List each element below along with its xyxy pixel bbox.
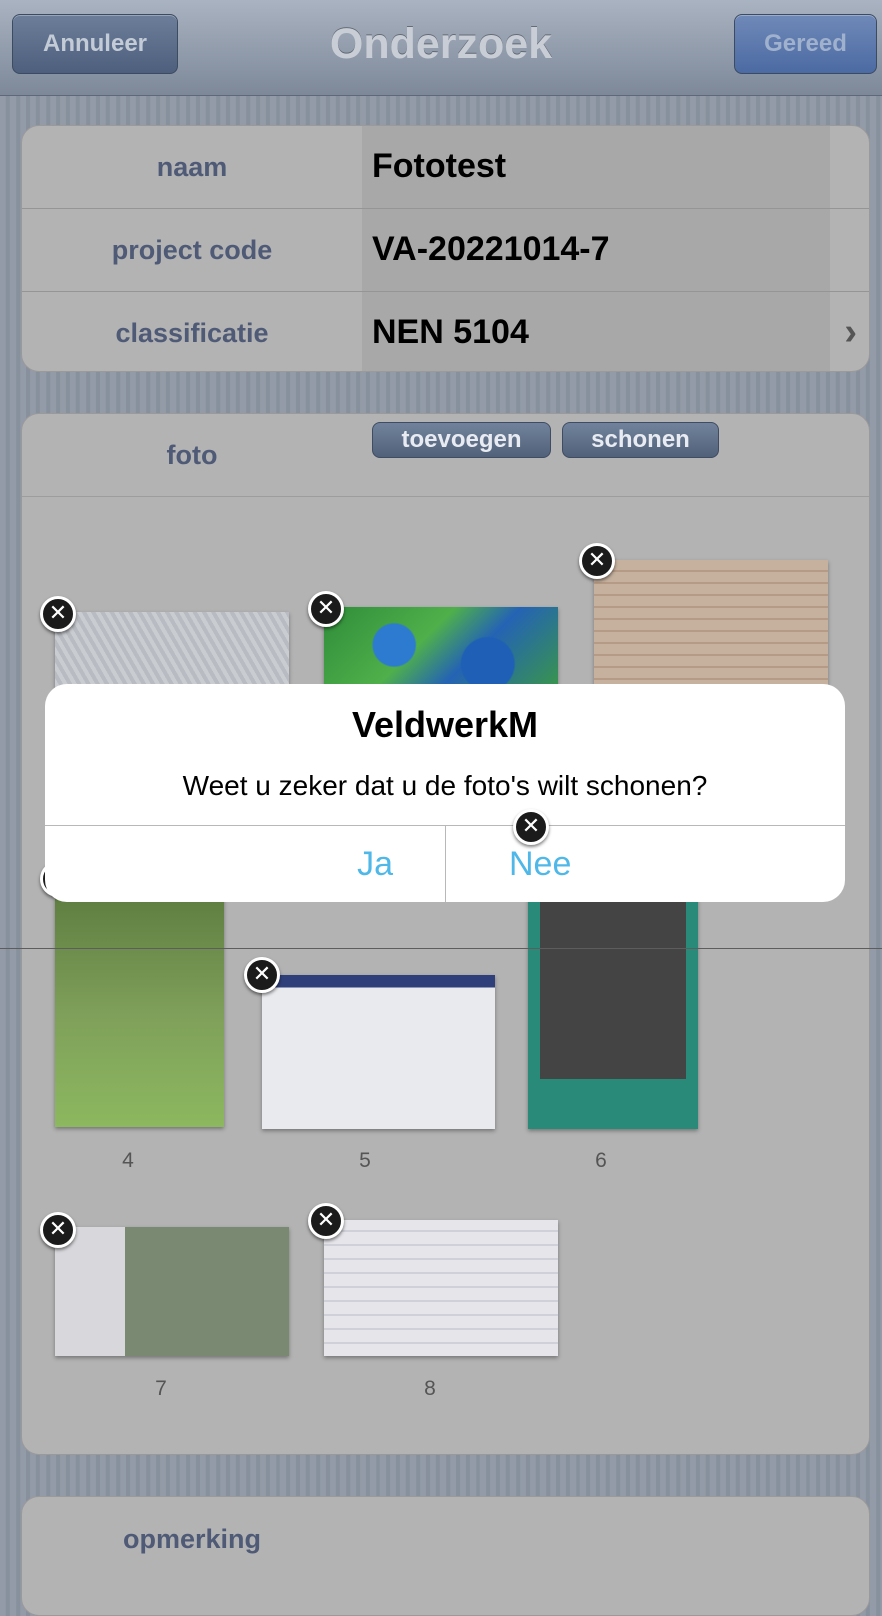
clean-photos-button[interactable]: schonen: [562, 422, 719, 458]
add-photo-button[interactable]: toevoegen: [372, 422, 551, 458]
project-info-group: naam Fototest project code VA-20221014-7…: [21, 125, 870, 372]
delete-photo-icon[interactable]: ✕: [308, 591, 344, 627]
delete-photo-icon[interactable]: ✕: [513, 809, 549, 845]
photo-thumbnail-7[interactable]: [55, 1227, 289, 1356]
chevron-right-icon: ›: [844, 311, 857, 353]
divider: [0, 948, 882, 949]
delete-photo-icon[interactable]: ✕: [40, 1212, 76, 1248]
photo-thumbnail-3[interactable]: [594, 560, 828, 702]
photo-header: foto toevoegen schonen: [22, 414, 869, 497]
photo-thumbnail-6[interactable]: [528, 880, 698, 1129]
yes-button[interactable]: Ja: [45, 826, 445, 902]
delete-photo-icon[interactable]: ✕: [40, 596, 76, 632]
name-field[interactable]: Fototest: [362, 126, 830, 208]
comment-label: opmerking: [122, 1524, 262, 1554]
dialog-title: VeldwerkM: [351, 704, 539, 745]
photo-caption: 7: [155, 1377, 167, 1400]
photo-caption: 4: [122, 1149, 134, 1172]
photo-thumbnail-4[interactable]: [55, 880, 224, 1127]
dialog-message: Weet u zeker dat u de foto's wilt schone…: [182, 770, 708, 801]
name-row[interactable]: naam Fototest: [22, 126, 869, 209]
name-label: naam: [156, 152, 228, 182]
photo-thumbnail-8[interactable]: [324, 1220, 558, 1356]
delete-photo-icon[interactable]: ✕: [579, 543, 615, 579]
photo-label: foto: [166, 440, 218, 470]
confirm-dialog: VeldwerkM Weet u zeker dat u de foto's w…: [45, 684, 845, 902]
photo-thumbnail-5[interactable]: [262, 975, 495, 1129]
delete-photo-icon[interactable]: ✕: [244, 957, 280, 993]
classification-label: classificatie: [115, 318, 269, 348]
photo-caption: 6: [595, 1149, 607, 1172]
photo-caption: 5: [359, 1149, 371, 1172]
navigation-bar: Annuleer Onderzoek Gereed: [0, 0, 882, 96]
project-code-label: project code: [111, 235, 273, 265]
photo-content: [540, 898, 686, 1079]
no-button[interactable]: Nee: [446, 826, 845, 902]
classification-field[interactable]: NEN 5104: [362, 292, 830, 371]
delete-photo-icon[interactable]: ✕: [308, 1203, 344, 1239]
project-code-row[interactable]: project code VA-20221014-7: [22, 209, 869, 292]
project-code-field[interactable]: VA-20221014-7: [362, 209, 830, 291]
classification-row[interactable]: classificatie NEN 5104 ›: [22, 292, 869, 371]
done-button[interactable]: Gereed: [734, 14, 877, 74]
photo-caption: 8: [424, 1377, 436, 1400]
comment-group: opmerking: [21, 1496, 870, 1616]
